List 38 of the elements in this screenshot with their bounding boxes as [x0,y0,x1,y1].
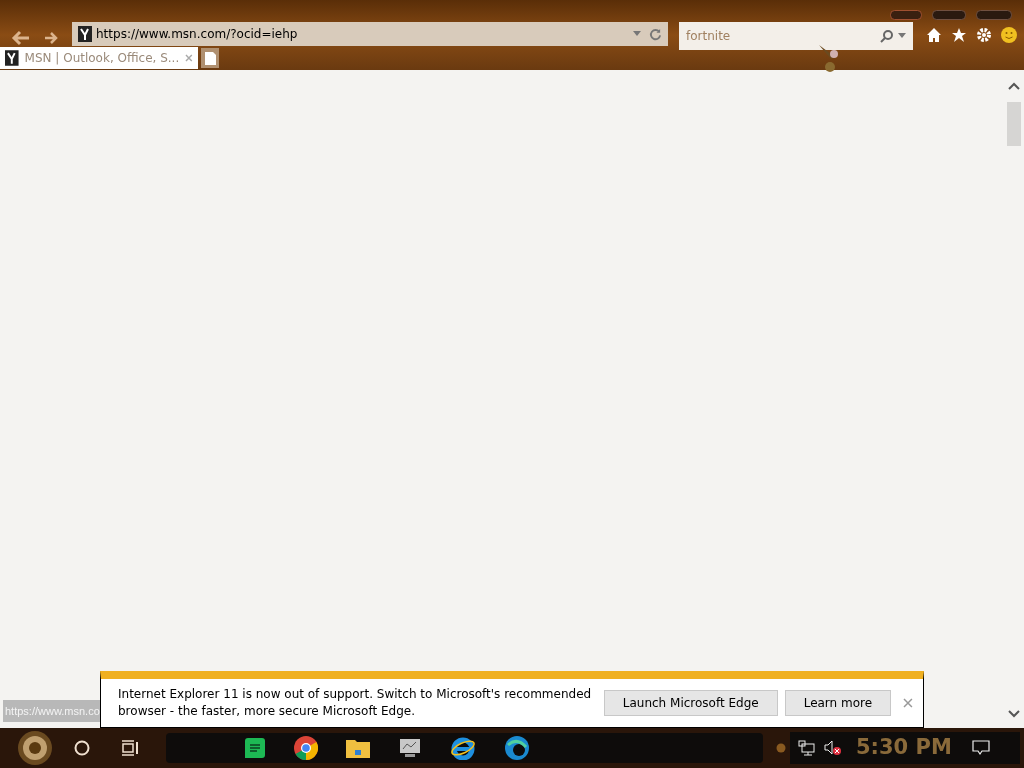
edge-icon[interactable] [504,735,530,761]
notification-button[interactable]: Learn more [784,690,892,716]
search-icon[interactable] [880,29,894,43]
settings-icon[interactable] [976,27,992,43]
chat-bubble-icon[interactable] [244,737,266,759]
back-arrow-icon [11,30,31,46]
browser-tab[interactable]: MSN | Outlook, Office, S... [0,47,198,69]
folder-icon[interactable] [346,738,370,758]
forward-arrow-icon [43,31,59,45]
tab-title: MSN | Outlook, Office, S... [24,50,180,67]
smiley-icon[interactable] [1001,27,1017,43]
notification-message: Internet Explorer 11 is now out of support. Switch to Microsoft's recommended browser - the faster, more secure Microsoft Edge. [118,686,593,720]
task-view-icon[interactable] [121,740,139,756]
star-icon[interactable] [951,27,967,43]
notifications-icon[interactable] [972,740,990,756]
circle-icon[interactable] [74,740,90,756]
scroll-down-icon[interactable] [1008,710,1020,718]
clock-text[interactable]: 5:30 PM [856,732,964,764]
dropdown-caret-icon[interactable] [633,31,641,37]
search-text: fortnite [686,28,732,45]
home-icon[interactable] [926,27,942,43]
monitor-icon[interactable] [398,737,422,759]
page-icon [204,51,216,65]
notification-button[interactable]: Launch Microsoft Edge [603,690,778,716]
site-favicon-icon [78,26,92,42]
scroll-up-icon[interactable] [1008,82,1020,90]
new-tab-button[interactable] [201,48,219,68]
network-icon[interactable] [798,740,816,756]
address-bar[interactable]: https://www.msn.com/?ocid=iehp [72,22,668,46]
refresh-icon[interactable] [649,27,662,41]
url-text: https://www.msn.com/?ocid=iehp [96,26,299,43]
dropdown-caret-icon[interactable] [898,33,906,39]
internet-explorer-icon[interactable] [450,736,476,760]
scrollbar-thumb[interactable] [1007,102,1021,146]
volume-icon[interactable] [824,740,842,756]
site-favicon-icon [5,50,19,66]
chrome-icon[interactable] [294,736,318,760]
status-bar-url: https://www.msn.co [3,700,102,722]
